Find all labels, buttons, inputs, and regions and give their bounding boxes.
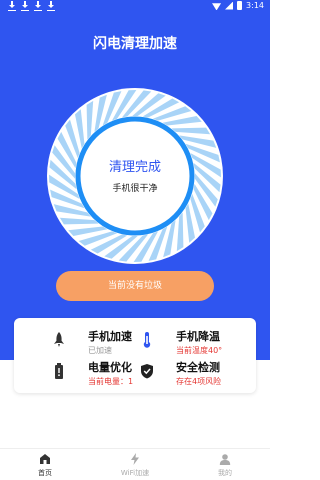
dial-status-title: 清理完成 xyxy=(108,160,161,175)
clean-button[interactable]: 当前没有垃圾 xyxy=(56,271,214,301)
tab-label: 首页 xyxy=(38,469,52,477)
user-icon xyxy=(219,454,231,465)
feature-name: 手机降温 xyxy=(176,330,220,343)
battery-status-icon xyxy=(237,1,243,10)
feature-status: 已加速 xyxy=(88,346,112,355)
shield-icon xyxy=(141,364,153,379)
tab-home[interactable]: 首页 xyxy=(15,453,75,478)
wifi-status-icon xyxy=(212,2,221,10)
status-time: 3:14 xyxy=(246,1,264,10)
home-icon xyxy=(40,454,50,464)
clean-dial[interactable]: 清理完成 手机很干净 xyxy=(45,86,225,266)
download-icon xyxy=(8,1,16,11)
battery-icon xyxy=(55,363,63,379)
feature-card: 手机加速 已加速 手机降温 当前温度40° 电量优化 当前电量：1 安全检测 存… xyxy=(14,318,256,393)
tab-label: WiFi加速 xyxy=(120,469,150,477)
signal-icon xyxy=(225,1,234,10)
download-icon xyxy=(47,1,55,11)
feature-name: 安全检测 xyxy=(176,361,220,374)
rocket-icon xyxy=(54,332,64,347)
feature-status: 当前电量：1 xyxy=(88,377,134,386)
bottom-tab-bar: 首页 WiFi加速 我的 xyxy=(0,448,270,480)
status-bar: 3:14 xyxy=(0,0,270,14)
tab-wifi-boost[interactable]: WiFi加速 xyxy=(105,453,165,478)
feature-status: 存在4项风险 xyxy=(176,377,222,386)
tab-profile[interactable]: 我的 xyxy=(195,453,255,478)
feature-status: 当前温度40° xyxy=(176,346,223,355)
app-title: 闪电清理加速 xyxy=(93,36,177,52)
download-icon xyxy=(34,1,42,11)
thermometer-icon xyxy=(143,332,151,348)
feature-name: 电量优化 xyxy=(88,361,132,374)
tab-label: 我的 xyxy=(218,469,232,477)
lightning-icon xyxy=(131,453,139,465)
feature-name: 手机加速 xyxy=(88,330,132,343)
dial-status-subtitle: 手机很干净 xyxy=(112,184,158,194)
download-icon xyxy=(21,1,29,11)
